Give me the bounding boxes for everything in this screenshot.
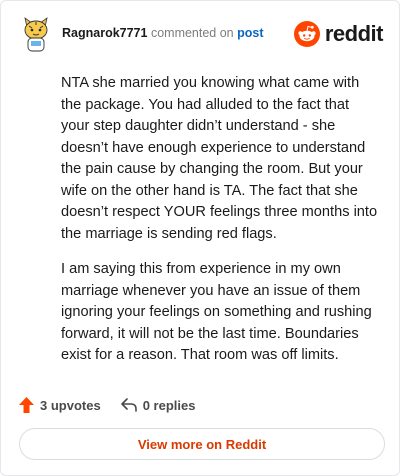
reddit-wordmark: reddit: [324, 21, 384, 46]
upvote-count: 3 upvotes: [40, 397, 101, 413]
reply-count: 0 replies: [142, 397, 196, 413]
post-link[interactable]: post: [237, 26, 263, 40]
reddit-comment-card: Ragnarok7771 commented on post reddit NT…: [0, 0, 400, 476]
upvote-button[interactable]: 3 upvotes: [19, 397, 101, 413]
view-more-button[interactable]: View more on Reddit: [19, 428, 385, 460]
user-avatar[interactable]: [19, 15, 53, 53]
comment-meta: Ragnarok7771 commented on post: [62, 26, 264, 40]
comment-paragraph: I am saying this from experience in my o…: [61, 261, 372, 363]
comment-body: NTA she married you knowing what came wi…: [61, 73, 379, 381]
comment-header: Ragnarok7771 commented on post reddit: [19, 15, 384, 53]
comment-paragraph: NTA she married you knowing what came wi…: [61, 75, 378, 242]
username[interactable]: Ragnarok7771: [62, 26, 147, 40]
reply-button[interactable]: 0 replies: [120, 397, 196, 413]
reddit-logo-icon: [293, 21, 320, 47]
upvote-arrow-icon: [19, 397, 34, 413]
commented-on-text: commented on: [150, 26, 234, 40]
reply-arrow-icon: [120, 398, 137, 412]
reddit-brand[interactable]: reddit: [293, 21, 384, 47]
comment-footer: 3 upvotes 0 replies: [19, 394, 195, 416]
